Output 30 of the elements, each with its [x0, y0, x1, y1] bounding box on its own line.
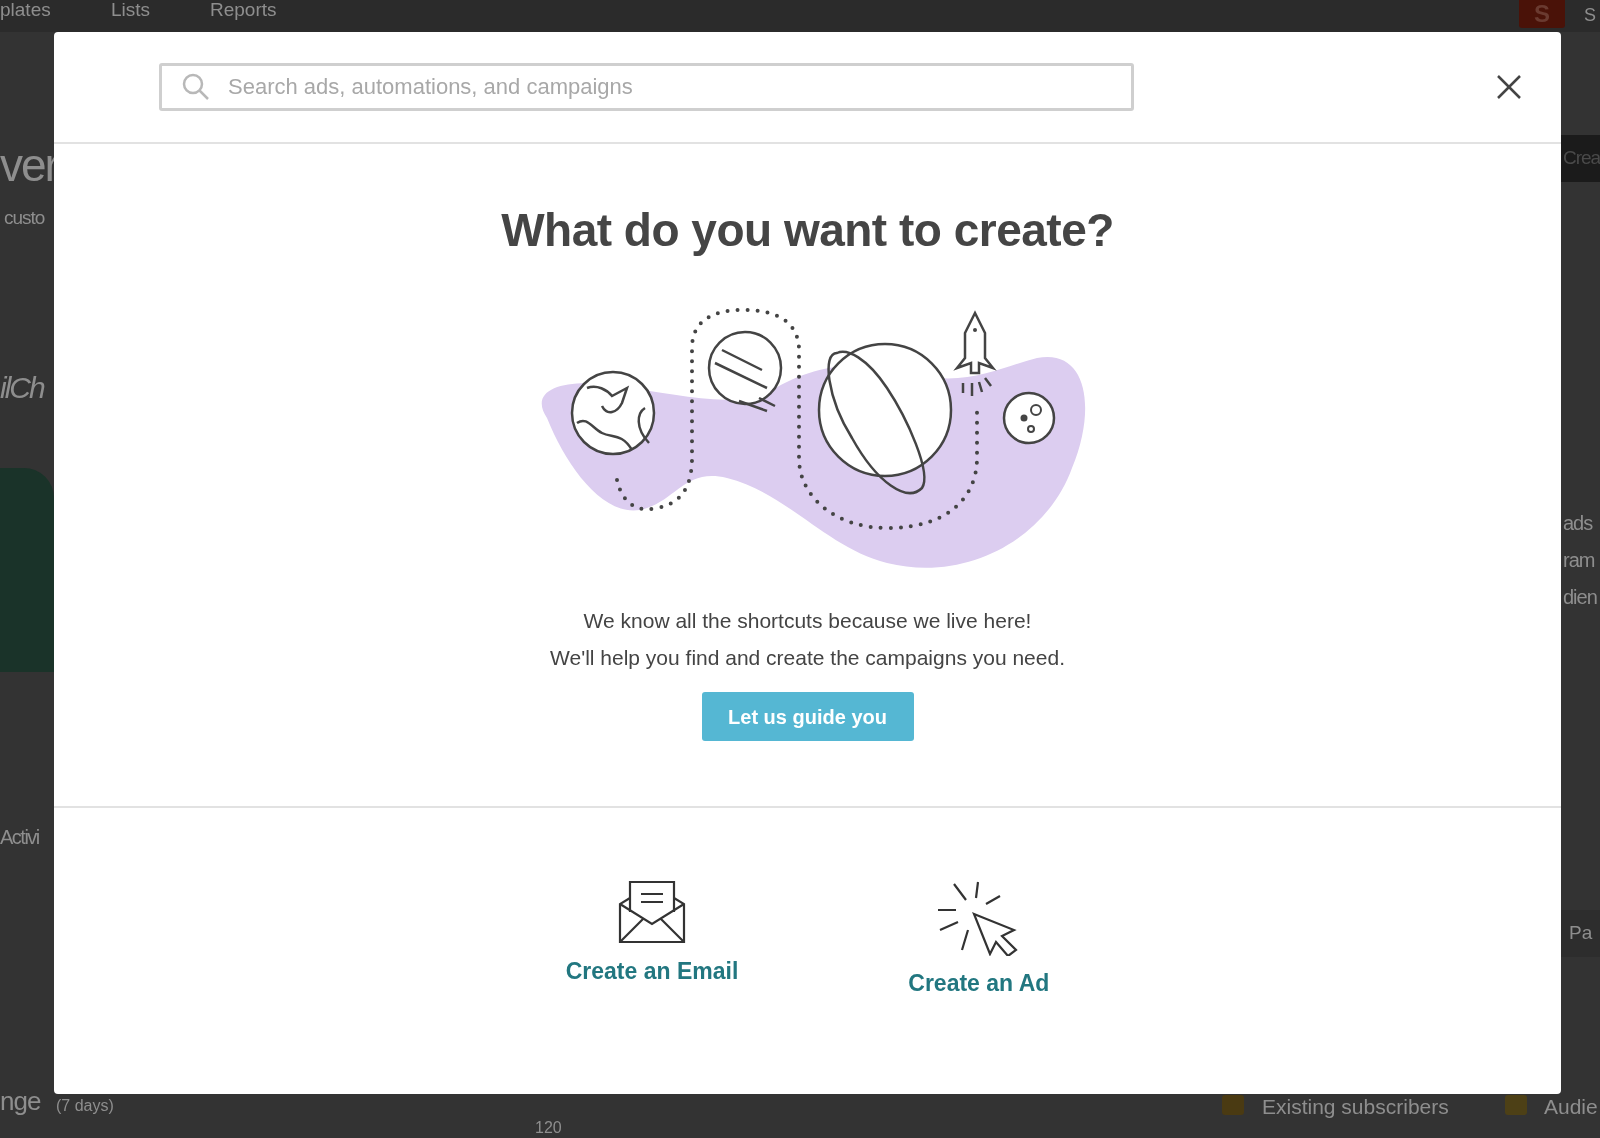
create-option[interactable]: Create an Email [565, 880, 739, 989]
option-label: Create an Ad [908, 969, 1050, 998]
account-initial: S [1584, 4, 1596, 27]
promo-title: ilCh [0, 370, 44, 406]
nav-item[interactable]: Lists [111, 0, 151, 25]
dialog-title: What do you want to create? [501, 203, 1114, 258]
cursor-click-icon [937, 880, 1020, 956]
side-text-line: ads [1563, 511, 1593, 536]
activity-tab[interactable]: Activi [0, 822, 54, 852]
create-option[interactable]: Create an Ad [908, 880, 1050, 1001]
intro-text: We know all the shortcuts because we live here! [583, 608, 1032, 634]
chart-period: (7 days) [56, 1096, 114, 1116]
close-button[interactable] [1495, 73, 1523, 101]
option-label: Create an Email [565, 957, 739, 986]
search-field[interactable]: Search ads, automations, and campaigns [159, 63, 1134, 111]
side-text-line: dien [1563, 585, 1597, 610]
side-text-line: ram [1563, 548, 1595, 573]
intro-text: We'll help you find and create the campaigns you need. [550, 645, 1065, 671]
pager-button[interactable]: Pa [1561, 910, 1600, 957]
legend-label: Existing subscribers [1262, 1094, 1449, 1120]
nav-item[interactable]: Reports [210, 0, 277, 25]
search-icon [182, 73, 210, 101]
guide-button[interactable]: Let us guide you [701, 692, 914, 741]
chart-title: nge [0, 1085, 41, 1118]
legend-label: Audie [1544, 1094, 1598, 1120]
axis-label: 120 [535, 1118, 562, 1138]
page-heading: ver [0, 140, 54, 190]
envelope-icon [618, 880, 686, 944]
nav-item[interactable]: plates [0, 0, 51, 25]
page-subtitle: custo [4, 206, 45, 230]
